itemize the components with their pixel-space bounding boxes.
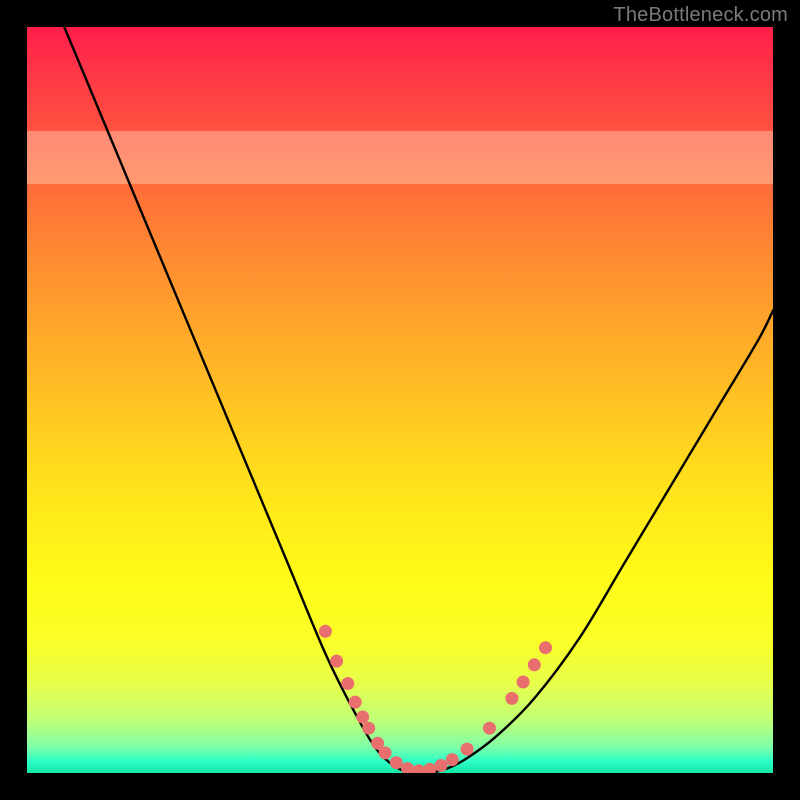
marker-dot xyxy=(412,764,425,773)
marker-dot xyxy=(379,746,392,759)
marker-dot xyxy=(539,641,552,654)
marker-dot xyxy=(390,756,403,769)
plot-area xyxy=(27,27,773,773)
marker-dot xyxy=(319,625,332,638)
chart-stage: TheBottleneck.com xyxy=(0,0,800,800)
marker-dot xyxy=(461,743,474,756)
marker-dot xyxy=(483,722,496,735)
marker-dot xyxy=(423,763,436,773)
marker-dot xyxy=(528,658,541,671)
curve-line xyxy=(64,27,773,773)
marker-dot xyxy=(330,655,343,668)
marker-dot xyxy=(517,676,530,689)
marker-dot xyxy=(349,696,362,709)
marker-dot xyxy=(401,762,414,773)
chart-svg xyxy=(27,27,773,773)
watermark-text: TheBottleneck.com xyxy=(613,4,788,27)
marker-dot xyxy=(341,677,354,690)
marker-dot xyxy=(505,692,518,705)
curve-markers xyxy=(319,625,552,773)
marker-dot xyxy=(435,759,448,772)
marker-dot xyxy=(446,753,459,766)
marker-dot xyxy=(362,722,375,735)
marker-dot xyxy=(356,711,369,724)
